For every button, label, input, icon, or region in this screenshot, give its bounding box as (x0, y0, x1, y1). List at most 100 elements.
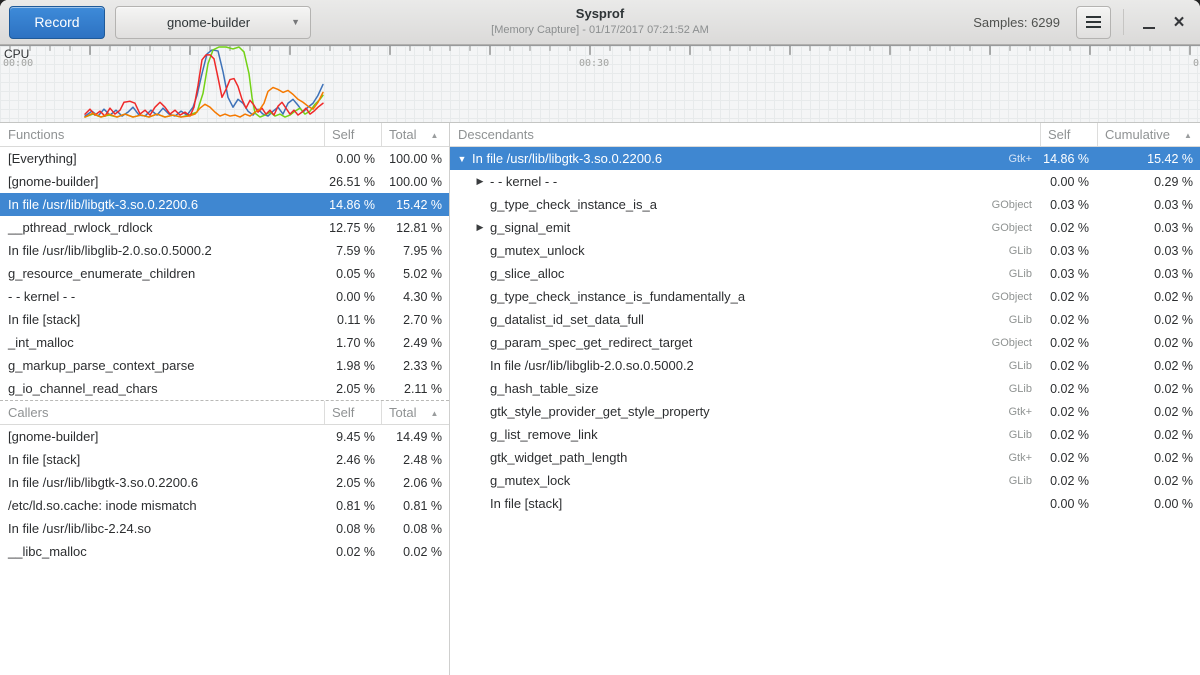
cumulative-percent: 0.03 % (1097, 221, 1200, 235)
cumulative-percent: 15.42 % (1097, 152, 1200, 166)
total-percent: 4.30 % (381, 290, 449, 304)
cumulative-percent: 0.03 % (1097, 198, 1200, 212)
close-icon: × (1173, 13, 1184, 32)
cumulative-percent: 0.02 % (1097, 474, 1200, 488)
column-descendants[interactable]: Descendants (450, 123, 1040, 146)
column-cumulative[interactable]: Cumulative▲ (1097, 123, 1200, 146)
caller-row[interactable]: /etc/ld.so.cache: inode mismatch 0.81 % … (0, 494, 449, 517)
column-total[interactable]: Total▲ (381, 123, 449, 146)
self-percent: 0.03 % (1040, 267, 1097, 281)
descendant-row[interactable]: ▶ - - kernel - - 0.00 % 0.29 % (450, 170, 1200, 193)
total-percent: 2.49 % (381, 336, 449, 350)
left-pane: Functions Self Total▲ [Everything] 0.00 … (0, 123, 450, 675)
caller-row[interactable]: [gnome-builder] 9.45 % 14.49 % (0, 425, 449, 448)
caller-name: In file /usr/lib/libc-2.24.so (0, 521, 324, 536)
function-row[interactable]: g_resource_enumerate_children 0.05 % 5.0… (0, 262, 449, 285)
descendant-row[interactable]: ▼ In file /usr/lib/libgtk-3.so.0.2200.6 … (450, 147, 1200, 170)
descendant-row[interactable]: ▶ g_signal_emit GObject 0.02 % 0.03 % (450, 216, 1200, 239)
descendant-row[interactable]: g_type_check_instance_is_a GObject 0.03 … (450, 193, 1200, 216)
function-name: [Everything] (0, 151, 324, 166)
column-functions[interactable]: Functions (0, 123, 324, 146)
descendant-row[interactable]: g_type_check_instance_is_fundamentally_a… (450, 285, 1200, 308)
function-name: [gnome-builder] (0, 174, 324, 189)
close-button[interactable]: × (1164, 6, 1194, 39)
time-tick-end: 01:00 (1193, 58, 1200, 69)
descendant-row[interactable]: g_datalist_id_set_data_full GLib 0.02 % … (450, 308, 1200, 331)
descendant-name: g_hash_table_size (488, 381, 1009, 396)
descendant-row[interactable]: g_param_spec_get_redirect_target GObject… (450, 331, 1200, 354)
library-tag: GLib (1009, 475, 1040, 487)
descendants-pane: Descendants Self Cumulative▲ ▼ In file /… (450, 123, 1200, 675)
descendant-name: g_signal_emit (488, 220, 992, 235)
titlebar[interactable]: Record gnome-builder ▼ Sysprof [Memory C… (0, 0, 1200, 45)
minimize-button[interactable] (1134, 6, 1164, 39)
self-percent: 0.03 % (1040, 244, 1097, 258)
expander-icon[interactable]: ▼ (454, 154, 470, 164)
function-row[interactable]: In file /usr/lib/libglib-2.0.so.0.5000.2… (0, 239, 449, 262)
descendant-row[interactable]: In file /usr/lib/libglib-2.0.so.0.5000.2… (450, 354, 1200, 377)
descendant-name: - - kernel - - (488, 174, 1032, 189)
library-tag: GLib (1009, 360, 1040, 372)
descendant-row[interactable]: g_list_remove_link GLib 0.02 % 0.02 % (450, 423, 1200, 446)
descendant-row[interactable]: gtk_style_provider_get_style_property Gt… (450, 400, 1200, 423)
self-percent: 0.03 % (1040, 198, 1097, 212)
caller-name: [gnome-builder] (0, 429, 324, 444)
expander-icon[interactable]: ▶ (472, 222, 488, 233)
cumulative-percent: 0.03 % (1097, 267, 1200, 281)
descendant-row[interactable]: g_slice_alloc GLib 0.03 % 0.03 % (450, 262, 1200, 285)
functions-section: Functions Self Total▲ [Everything] 0.00 … (0, 123, 449, 400)
time-tick-start: 00:00 (3, 58, 33, 69)
library-tag: GObject (992, 337, 1040, 349)
self-percent: 0.00 % (324, 152, 381, 166)
cpu-graph[interactable]: CPU 00:00 00:30 01:00 (0, 45, 1200, 123)
total-percent: 2.11 % (381, 382, 449, 396)
column-self[interactable]: Self (324, 123, 381, 146)
process-selector-dropdown[interactable]: gnome-builder ▼ (115, 6, 311, 39)
library-tag: GLib (1009, 429, 1040, 441)
column-self[interactable]: Self (1040, 123, 1097, 146)
function-name: g_io_channel_read_chars (0, 381, 324, 396)
expander-icon[interactable]: ▶ (472, 176, 488, 187)
function-row[interactable]: g_markup_parse_context_parse 1.98 % 2.33… (0, 354, 449, 377)
descendants-header: Descendants Self Cumulative▲ (450, 123, 1200, 147)
function-name: g_resource_enumerate_children (0, 266, 324, 281)
self-percent: 0.08 % (324, 522, 381, 536)
function-row[interactable]: In file [stack] 0.11 % 2.70 % (0, 308, 449, 331)
caller-row[interactable]: __libc_malloc 0.02 % 0.02 % (0, 540, 449, 563)
descendant-row[interactable]: In file [stack] 0.00 % 0.00 % (450, 492, 1200, 515)
function-row[interactable]: __pthread_rwlock_rdlock 12.75 % 12.81 % (0, 216, 449, 239)
column-callers[interactable]: Callers (0, 401, 324, 424)
self-percent: 0.02 % (324, 545, 381, 559)
descendant-row[interactable]: g_mutex_unlock GLib 0.03 % 0.03 % (450, 239, 1200, 262)
sysprof-window: Record gnome-builder ▼ Sysprof [Memory C… (0, 0, 1200, 675)
column-self[interactable]: Self (324, 401, 381, 424)
cumulative-percent: 0.02 % (1097, 405, 1200, 419)
self-percent: 2.05 % (324, 476, 381, 490)
descendant-row[interactable]: g_hash_table_size GLib 0.02 % 0.02 % (450, 377, 1200, 400)
cumulative-percent: 0.02 % (1097, 451, 1200, 465)
self-percent: 0.02 % (1040, 336, 1097, 350)
descendant-row[interactable]: g_mutex_lock GLib 0.02 % 0.02 % (450, 469, 1200, 492)
caller-row[interactable]: In file /usr/lib/libc-2.24.so 0.08 % 0.0… (0, 517, 449, 540)
callers-header: Callers Self Total▲ (0, 401, 449, 425)
descendant-row[interactable]: gtk_widget_path_length Gtk+ 0.02 % 0.02 … (450, 446, 1200, 469)
self-percent: 1.98 % (324, 359, 381, 373)
descendant-name: In file /usr/lib/libgtk-3.so.0.2200.6 (470, 151, 1008, 166)
record-button[interactable]: Record (9, 6, 105, 39)
function-row[interactable]: [gnome-builder] 26.51 % 100.00 % (0, 170, 449, 193)
function-row[interactable]: In file /usr/lib/libgtk-3.so.0.2200.6 14… (0, 193, 449, 216)
function-row[interactable]: - - kernel - - 0.00 % 4.30 % (0, 285, 449, 308)
self-percent: 0.02 % (1040, 451, 1097, 465)
column-total[interactable]: Total▲ (381, 401, 449, 424)
caller-row[interactable]: In file /usr/lib/libgtk-3.so.0.2200.6 2.… (0, 471, 449, 494)
function-row[interactable]: g_io_channel_read_chars 2.05 % 2.11 % (0, 377, 449, 400)
caller-row[interactable]: In file [stack] 2.46 % 2.48 % (0, 448, 449, 471)
menu-button[interactable] (1076, 6, 1111, 39)
function-row[interactable]: [Everything] 0.00 % 100.00 % (0, 147, 449, 170)
descendant-name: g_datalist_id_set_data_full (488, 312, 1009, 327)
samples-count: Samples: 6299 (973, 15, 1060, 30)
self-percent: 0.81 % (324, 499, 381, 513)
titlebar-right-controls: Samples: 6299 × (973, 6, 1194, 39)
function-row[interactable]: _int_malloc 1.70 % 2.49 % (0, 331, 449, 354)
self-percent: 1.70 % (324, 336, 381, 350)
